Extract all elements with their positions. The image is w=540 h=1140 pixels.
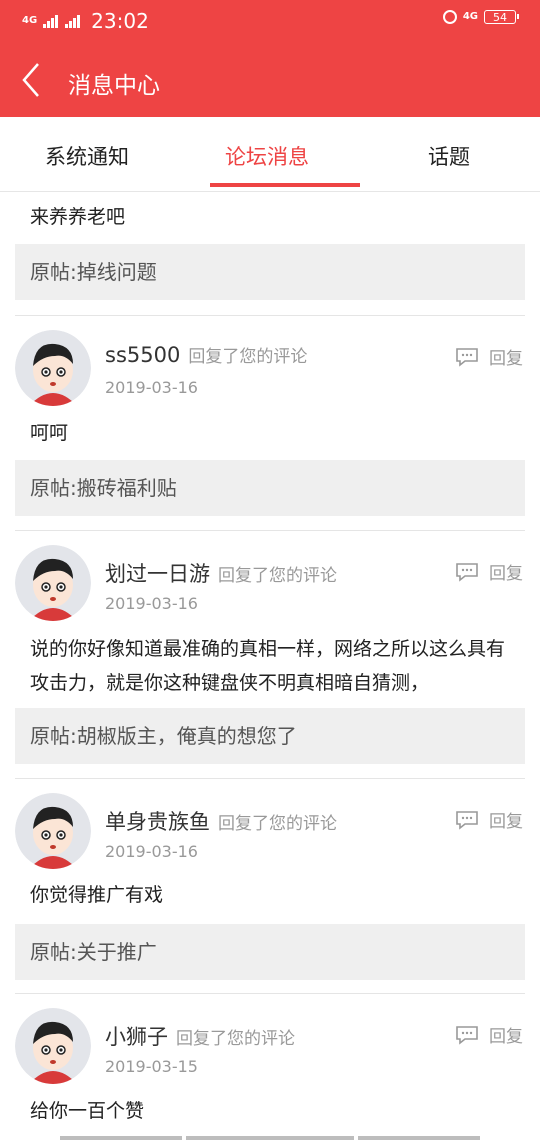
comment-icon [456, 1025, 478, 1045]
active-tab-indicator [210, 183, 360, 187]
message-body-cut: 来养养老吧 [30, 206, 126, 228]
avatar[interactable] [15, 1008, 91, 1084]
divider [15, 315, 525, 316]
message-body: 说的你好像知道最准确的真相一样，网络之所以这么具有攻击力，就是你这种键盘侠不明真… [30, 638, 506, 694]
original-post-link[interactable]: 原帖:搬砖福利贴 [15, 460, 525, 516]
original-post-link[interactable]: 原帖:掉线问题 [15, 244, 525, 300]
signal-icon [43, 15, 59, 28]
page-title: 消息中心 [68, 73, 160, 99]
user-name[interactable]: 小狮子 [105, 1025, 168, 1049]
reply-action-text: 回复了您的评论 [218, 566, 337, 586]
battery-icon: 54 [484, 10, 519, 24]
back-arrow-icon[interactable] [18, 60, 58, 100]
comment-icon [456, 347, 478, 367]
divider [15, 993, 525, 994]
avatar[interactable] [15, 330, 91, 406]
avatar[interactable] [15, 793, 91, 869]
bottom-scroll-indicator [60, 1136, 182, 1140]
reply-action-text: 回复了您的评论 [176, 1029, 295, 1049]
app-bar: 消息中心 [0, 42, 540, 117]
reply-button[interactable]: 回复 [455, 1022, 523, 1047]
message-date: 2019-03-16 [105, 842, 198, 861]
tab-forum-messages[interactable]: 论坛消息 [225, 141, 309, 171]
comment-icon [456, 810, 478, 830]
reply-action-text: 回复了您的评论 [218, 814, 337, 834]
comment-icon [456, 562, 478, 582]
message-body: 你觉得推广有戏 [30, 884, 164, 906]
reply-action-text: 回复了您的评论 [188, 347, 308, 367]
divider [15, 778, 525, 779]
reply-button[interactable]: 回复 [455, 807, 523, 832]
reply-button[interactable]: 回复 [455, 559, 523, 584]
reply-button[interactable]: 回复 [455, 344, 523, 369]
reply-label: 回复 [489, 349, 523, 369]
original-post-link[interactable]: 原帖:胡椒版主，俺真的想您了 [15, 708, 525, 764]
user-name[interactable]: 划过一日游 [105, 562, 210, 586]
tab-system-notice[interactable]: 系统通知 [45, 141, 129, 171]
user-name[interactable]: 单身贵族鱼 [105, 810, 210, 834]
reply-label: 回复 [489, 564, 523, 584]
message-date: 2019-03-15 [105, 1057, 198, 1076]
signal-4g-right-label: 4G [462, 11, 478, 22]
original-post-link[interactable]: 原帖:关于推广 [15, 924, 525, 980]
user-name[interactable]: ss5500 [105, 343, 180, 367]
status-time: 23:02 [91, 9, 149, 33]
reply-label: 回复 [489, 1027, 523, 1047]
bottom-scroll-indicator [186, 1136, 354, 1140]
message-body: 给你一百个赞 [30, 1100, 145, 1122]
status-bar: 4G 23:02 4G 54 [0, 0, 540, 42]
reply-label: 回复 [489, 812, 523, 832]
message-body: 呵呵 [30, 422, 69, 444]
divider [15, 530, 525, 531]
signal-4g-label: 4G [22, 15, 38, 26]
message-list[interactable]: 来养养老吧 原帖:掉线问题 ss5500 回复了您的评论 2019-03-16 回… [0, 192, 540, 1140]
tab-bar: 系统通知 论坛消息 话题 [0, 117, 540, 192]
message-date: 2019-03-16 [105, 378, 198, 397]
signal-icon-2 [65, 15, 81, 28]
alarm-icon [442, 10, 457, 24]
message-date: 2019-03-16 [105, 594, 198, 613]
bottom-scroll-indicator [358, 1136, 480, 1140]
avatar[interactable] [15, 545, 91, 621]
tab-topics[interactable]: 话题 [428, 141, 470, 171]
